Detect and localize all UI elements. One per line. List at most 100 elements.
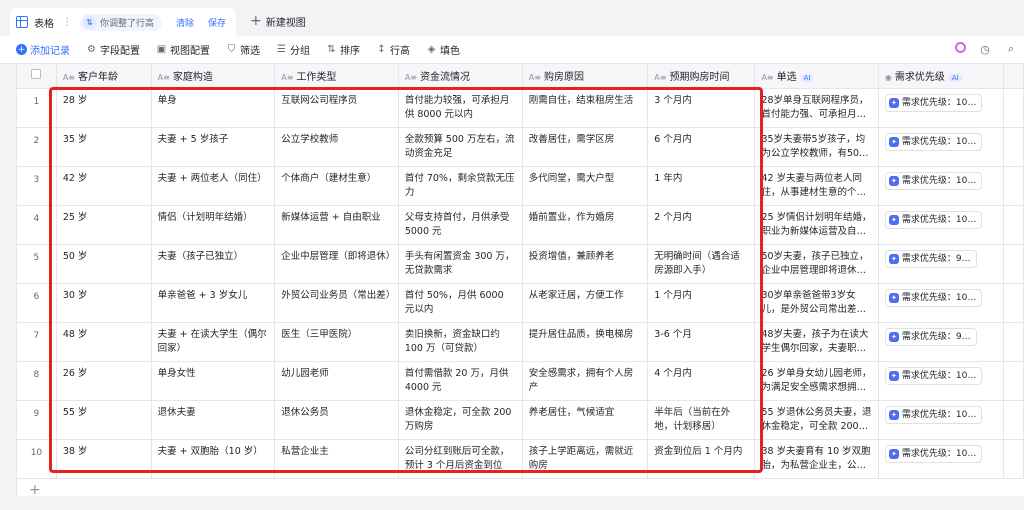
sort-button[interactable]: ⇅ 排序 <box>326 42 360 57</box>
column-header-7[interactable]: ◉ 需求优先级 AI <box>878 64 1005 89</box>
field-config-button[interactable]: ⚙ 字段配置 <box>86 42 140 57</box>
cell-single[interactable]: 28岁单身互联网程序员，首付能力强、可承担月… <box>754 88 879 128</box>
cell-reason[interactable]: 婚前置业，作为婚房 <box>522 205 649 245</box>
cell-priority[interactable]: ✦ 需求优先级：10… <box>878 166 1005 206</box>
cell-funds[interactable]: 首付能力较强，可承担月供 8000 元以内 <box>398 88 523 128</box>
cell-family[interactable]: 情侣（计划明年结婚） <box>151 205 276 245</box>
cell-time[interactable]: 4 个月内 <box>647 361 756 401</box>
priority-chip[interactable]: ✦ 需求优先级：10… <box>884 405 983 424</box>
table-row[interactable]: 7 48 岁 夫妻 + 在读大学生（偶尔回家） 医生（三甲医院） 卖旧换新，资金缺口约 … <box>17 322 1024 362</box>
ai-assistant-icon[interactable] <box>955 42 966 53</box>
cell-priority[interactable]: ✦ 需求优先级：10… <box>878 439 1005 479</box>
table-row[interactable]: 1 28 岁 单身 互联网公司程序员 首付能力较强，可承担月供 8000 元以内 刚需自住… <box>17 88 1024 128</box>
cell-priority[interactable]: ✦ 需求优先级：10… <box>878 205 1005 245</box>
view-config-button[interactable]: ▣ 视图配置 <box>156 42 210 57</box>
cell-funds[interactable]: 退休金稳定，可全款 200 万购房 <box>398 400 523 440</box>
cell-family[interactable]: 退休夫妻 <box>151 400 276 440</box>
cell-reason[interactable]: 养老居住，气候适宜 <box>522 400 649 440</box>
priority-chip[interactable]: ✦ 需求优先级：9… <box>884 249 977 268</box>
cell-job[interactable]: 幼儿园老师 <box>274 361 399 401</box>
cell-family[interactable]: 夫妻（孩子已独立） <box>151 244 276 284</box>
column-header-5[interactable]: A≡ 预期购房时间 <box>647 64 756 89</box>
cell-job[interactable]: 个体商户（建材生意） <box>274 166 399 206</box>
cell-family[interactable]: 夫妻 + 两位老人（同住） <box>151 166 276 206</box>
view-tab-table[interactable]: 表格 ⋮ ⇅ 你调整了行高 清除 保存 <box>10 8 237 36</box>
cell-single[interactable]: 38 岁夫妻育有 10 岁双胞胎，为私营企业主，公… <box>754 439 879 479</box>
cell-single[interactable]: 25 岁情侣计划明年结婚，职业为新媒体运营及自… <box>754 205 879 245</box>
cell-funds[interactable]: 首付需借款 20 万，月供 4000 元 <box>398 361 523 401</box>
cell-time[interactable]: 3 个月内 <box>647 88 756 128</box>
table-row[interactable]: 5 50 岁 夫妻（孩子已独立） 企业中层管理（即将退休） 手头有闲置资金 300 万，… <box>17 244 1024 284</box>
new-view-button[interactable]: + 新建视图 <box>250 13 306 29</box>
cell-single[interactable]: 55 岁退休公务员夫妻，退休金稳定，可全款 200… <box>754 400 879 440</box>
column-header-2[interactable]: A≡ 工作类型 <box>274 64 399 89</box>
cell-family[interactable]: 夫妻 + 在读大学生（偶尔回家） <box>151 322 276 362</box>
cell-priority[interactable]: ✦ 需求优先级：10… <box>878 400 1005 440</box>
cell-single[interactable]: 35岁夫妻带5岁孩子，均为公立学校教师，有500万… <box>754 127 879 167</box>
cell-job[interactable]: 企业中层管理（即将退休） <box>274 244 399 284</box>
history-icon[interactable]: ◷ <box>978 42 992 56</box>
priority-chip[interactable]: ✦ 需求优先级：10… <box>884 366 983 385</box>
cell-single[interactable]: 42 岁夫妻与两位老人同住，从事建材生意的个体… <box>754 166 879 206</box>
add-row-button[interactable]: + <box>17 479 1024 497</box>
cell-age[interactable]: 35 岁 <box>56 127 152 167</box>
cell-single[interactable]: 50岁夫妻，孩子已独立，企业中层管理即将退休… <box>754 244 879 284</box>
priority-chip[interactable]: ✦ 需求优先级：10… <box>884 288 983 307</box>
cell-funds[interactable]: 首付 70%，剩余贷款无压力 <box>398 166 523 206</box>
cell-priority[interactable]: ✦ 需求优先级：10… <box>878 127 1005 167</box>
column-header-3[interactable]: A≡ 资金流情况 <box>398 64 523 89</box>
filter-button[interactable]: ⛉ 筛选 <box>226 42 260 57</box>
cell-reason[interactable]: 安全感需求，拥有个人房产 <box>522 361 649 401</box>
cell-job[interactable]: 新媒体运营 + 自由职业 <box>274 205 399 245</box>
priority-chip[interactable]: ✦ 需求优先级：10… <box>884 444 983 463</box>
cell-reason[interactable]: 提升居住品质，换电梯房 <box>522 322 649 362</box>
table-row[interactable]: 8 26 岁 单身女性 幼儿园老师 首付需借款 20 万，月供 4000 元安全感需求，… <box>17 361 1024 401</box>
priority-chip[interactable]: ✦ 需求优先级：10… <box>884 171 983 190</box>
cell-funds[interactable]: 首付 50%，月供 6000 元以内 <box>398 283 523 323</box>
cell-age[interactable]: 38 岁 <box>56 439 152 479</box>
cell-job[interactable]: 退休公务员 <box>274 400 399 440</box>
cell-single[interactable]: 26 岁单身女幼儿园老师，为满足安全感需求想拥… <box>754 361 879 401</box>
cell-priority[interactable]: ✦ 需求优先级：10… <box>878 361 1005 401</box>
table-row[interactable]: 4 25 岁 情侣（计划明年结婚） 新媒体运营 + 自由职业 父母支持首付，月供承受 5… <box>17 205 1024 245</box>
cell-family[interactable]: 单亲爸爸 + 3 岁女儿 <box>151 283 276 323</box>
column-header-1[interactable]: A≡ 家庭构造 <box>151 64 276 89</box>
cell-job[interactable]: 互联网公司程序员 <box>274 88 399 128</box>
cell-family[interactable]: 夫妻 + 双胞胎（10 岁） <box>151 439 276 479</box>
more-icon[interactable]: ⋮ <box>62 17 72 28</box>
cell-family[interactable]: 单身女性 <box>151 361 276 401</box>
cell-reason[interactable]: 刚需自住，结束租房生活 <box>522 88 649 128</box>
cell-time[interactable]: 无明确时间（遇合适房源即入手） <box>647 244 756 284</box>
column-header-6[interactable]: A≡ 单选 AI <box>754 64 879 89</box>
cell-age[interactable]: 42 岁 <box>56 166 152 206</box>
search-icon[interactable]: ⌕ <box>1004 42 1018 56</box>
cell-age[interactable]: 48 岁 <box>56 322 152 362</box>
column-header-4[interactable]: A≡ 购房原因 <box>522 64 649 89</box>
cell-job[interactable]: 医生（三甲医院） <box>274 322 399 362</box>
cell-funds[interactable]: 全款预算 500 万左右，流动资金充足 <box>398 127 523 167</box>
cell-reason[interactable]: 孩子上学距离远，需就近购房 <box>522 439 649 479</box>
priority-chip[interactable]: ✦ 需求优先级：10… <box>884 93 983 112</box>
cell-age[interactable]: 26 岁 <box>56 361 152 401</box>
cell-time[interactable]: 1 年内 <box>647 166 756 206</box>
priority-chip[interactable]: ✦ 需求优先级：10… <box>884 210 983 229</box>
select-all-checkbox[interactable] <box>17 64 57 89</box>
add-record-button[interactable]: + 添加记录 <box>16 42 70 57</box>
table-row[interactable]: 9 55 岁 退休夫妻 退休公务员 退休金稳定，可全款 200 万购房 养老居住，气候适宜… <box>17 400 1024 440</box>
cell-family[interactable]: 单身 <box>151 88 276 128</box>
table-row[interactable]: 10 38 岁 夫妻 + 双胞胎（10 岁） 私营企业主 公司分红到账后可全款，预计 3… <box>17 439 1024 479</box>
cell-job[interactable]: 私营企业主 <box>274 439 399 479</box>
cell-priority[interactable]: ✦ 需求优先级：9… <box>878 322 1005 362</box>
table-row[interactable]: 6 30 岁 单亲爸爸 + 3 岁女儿 外贸公司业务员（常出差） 首付 50%，月供 6… <box>17 283 1024 323</box>
cell-family[interactable]: 夫妻 + 5 岁孩子 <box>151 127 276 167</box>
cell-time[interactable]: 2 个月内 <box>647 205 756 245</box>
cell-reason[interactable]: 投资增值，兼顾养老 <box>522 244 649 284</box>
cell-job[interactable]: 外贸公司业务员（常出差） <box>274 283 399 323</box>
row-height-button[interactable]: ↕ 行高 <box>376 42 410 57</box>
cell-age[interactable]: 25 岁 <box>56 205 152 245</box>
column-header-0[interactable]: A≡ 客户年龄 <box>56 64 152 89</box>
cell-reason[interactable]: 多代同堂，需大户型 <box>522 166 649 206</box>
cell-time[interactable]: 资金到位后 1 个月内 <box>647 439 756 479</box>
cell-time[interactable]: 1 个月内 <box>647 283 756 323</box>
cell-priority[interactable]: ✦ 需求优先级：9… <box>878 244 1005 284</box>
